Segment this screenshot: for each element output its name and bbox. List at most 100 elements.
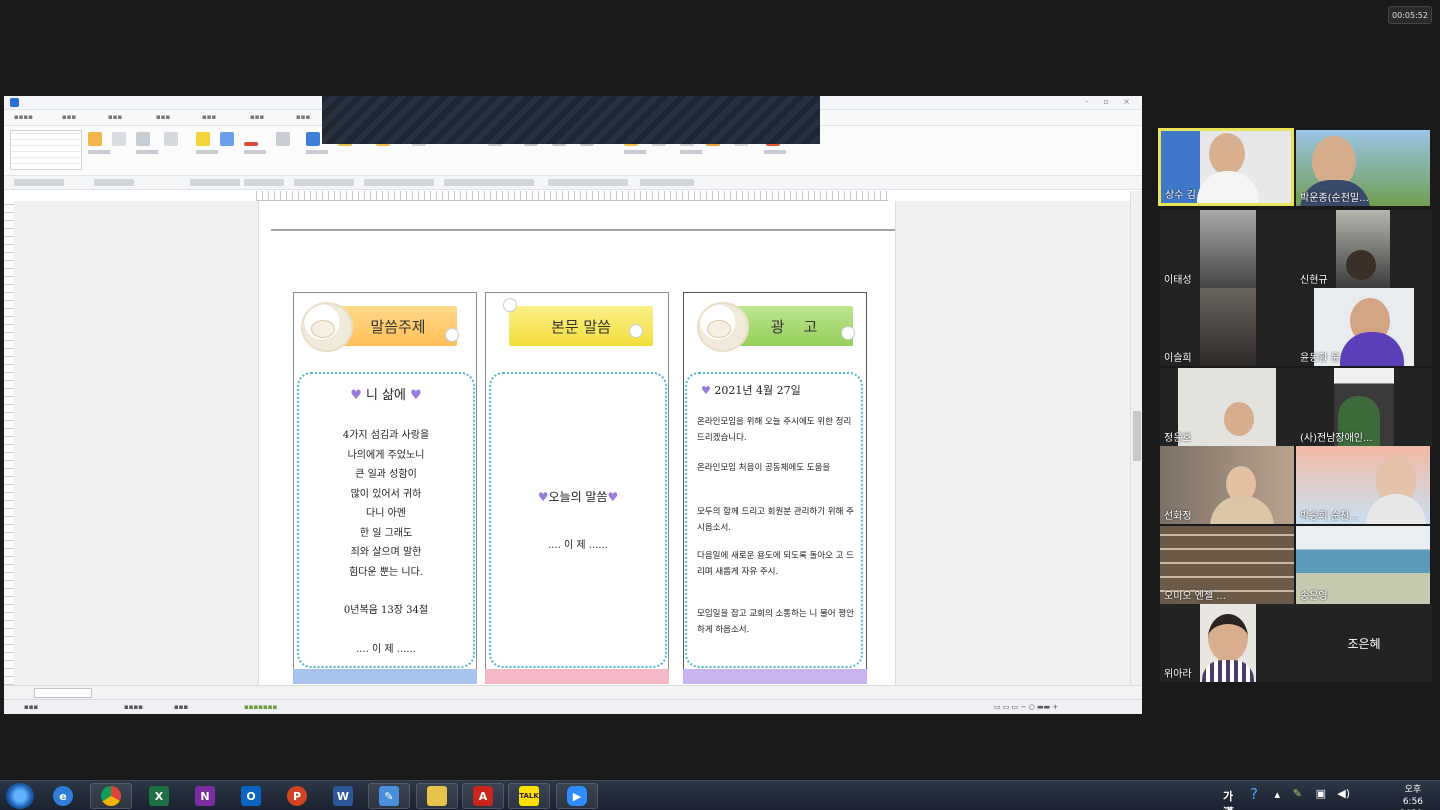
vertical-scrollbar[interactable] <box>1130 191 1142 685</box>
word-icon: W <box>333 786 353 806</box>
format-bar[interactable] <box>4 176 1142 190</box>
table-icon[interactable] <box>164 132 178 146</box>
highlight-icon[interactable] <box>196 132 210 146</box>
taskbar-hangul[interactable]: ✎ <box>368 783 410 809</box>
box-footer: .... 이 제 ...... <box>548 540 608 551</box>
taskbar-powerpoint[interactable]: P <box>276 783 318 809</box>
column-header-text: 말씀주제 <box>370 317 426 336</box>
participant-name: (사)전남장애인... <box>1300 433 1373 444</box>
sheep-icon <box>301 302 353 352</box>
participant-tile[interactable]: 윤동환 윤 <box>1296 288 1432 366</box>
vertical-ruler <box>4 201 14 685</box>
taskbar-acrobat[interactable]: A <box>462 783 504 809</box>
box-title: ♥ 니 삶에 ♥ <box>350 388 422 403</box>
person-body <box>1197 171 1259 203</box>
verse-line: 나의에게 주었노니 <box>347 449 425 461</box>
volume-icon[interactable]: ◀) <box>1337 787 1350 800</box>
participant-tile[interactable]: 위아라 <box>1160 604 1296 682</box>
person <box>1209 133 1245 175</box>
taskbar-zoom[interactable]: ▶ <box>556 783 598 809</box>
chrome-icon <box>101 786 121 806</box>
content-box: ♥오늘의 말씀♥ .... 이 제 ...... <box>489 372 667 668</box>
menu-item[interactable]: ▪▪▪ <box>62 113 76 121</box>
participant-tile[interactable]: 이태성 <box>1160 210 1296 288</box>
announcement-item: 모임일을 잡고 교회의 소통하는 니 물어 평안하게 하옵소서. <box>697 609 854 635</box>
content-box: ♥ 니 삶에 ♥ 4가지 섬김과 사랑을 나의에게 주었노니 큰 일과 성함이 … <box>297 372 475 668</box>
toolbar-label <box>196 150 218 154</box>
pen-icon[interactable] <box>220 132 234 146</box>
date-text: 2021년 4월 27일 <box>714 384 801 397</box>
participant-tile[interactable]: 박송희 순천... <box>1296 446 1430 524</box>
participant-tile[interactable]: 조은혜 <box>1296 604 1432 682</box>
verse-line: 한 일 그래도 <box>359 527 413 539</box>
participant-name: 정윤호 <box>1164 433 1192 444</box>
taskbar-excel[interactable]: X <box>138 783 180 809</box>
participant-tile[interactable]: 이슬희 <box>1160 288 1296 366</box>
participant-name: 윤동환 윤 <box>1300 353 1340 364</box>
paste-icon[interactable] <box>112 132 126 146</box>
participant-tile[interactable]: 선화정 <box>1160 446 1294 524</box>
align-icon[interactable] <box>276 132 290 146</box>
font-color-icon[interactable] <box>244 142 258 146</box>
help-icon[interactable]: ? <box>1250 785 1258 803</box>
window-controls[interactable]: – ▫ × <box>1085 97 1136 106</box>
verse-line: 큰 일과 성함이 <box>355 469 417 480</box>
column-header: 말씀주제 <box>339 306 457 346</box>
scroll-thumb[interactable] <box>1133 411 1141 461</box>
verse-reference: 0년복음 13장 34절 <box>343 605 429 616</box>
taskbar-explorer[interactable] <box>416 783 458 809</box>
participant-tile[interactable]: (사)전남장애인... <box>1296 368 1432 446</box>
ime-indicator[interactable]: 가 漢 <box>1223 788 1234 810</box>
start-button[interactable] <box>6 783 34 809</box>
participant-tile[interactable]: 정윤호 <box>1160 368 1296 446</box>
toolbar-label <box>764 150 786 154</box>
horizontal-ruler[interactable] <box>256 191 888 201</box>
video-feed <box>1178 368 1276 446</box>
system-clock[interactable]: 오후 6:56 2021-04-27 <box>1400 784 1426 810</box>
app-statusbar: ▪▪▪ ▪▪▪▪ ▪▪▪ ▪▪▪▪▪▪▪ ▭ ▭ ▭ − ○ ▬▬ + <box>4 699 1142 714</box>
taskbar-onenote[interactable]: N <box>184 783 226 809</box>
taskbar-chrome[interactable] <box>90 783 132 809</box>
participant-tile[interactable]: 송은영 <box>1296 526 1430 604</box>
participant-tile[interactable]: 오미오 엔젤 ... <box>1160 526 1294 604</box>
shared-screen[interactable]: – ▫ × ▪▪▪▪ ▪▪▪ ▪▪▪ ▪▪▪ ▪▪▪ ▪▪▪ ▪▪▪ 말씀주제 … <box>4 96 1142 714</box>
pen-tray-icon[interactable]: ✎ <box>1293 787 1302 800</box>
participant-tile[interactable]: 박운종(순천밀... <box>1296 130 1430 206</box>
menu-item[interactable]: ▪▪▪ <box>250 113 264 121</box>
acrobat-icon: A <box>473 786 493 806</box>
copy-icon[interactable] <box>88 132 102 146</box>
cloud-icon <box>629 324 643 338</box>
document-page[interactable]: 말씀주제 ♥ 니 삶에 ♥ 4가지 섬김과 사랑을 나의에게 주었노니 큰 일과… <box>258 201 896 685</box>
participant-tile[interactable]: 상수 김 <box>1158 128 1294 206</box>
taskbar-kakaotalk[interactable]: TALK <box>508 783 550 809</box>
person-body <box>1202 660 1254 682</box>
image-icon[interactable] <box>306 132 320 146</box>
menu-item[interactable]: ▪▪▪ <box>296 113 310 121</box>
document-area[interactable]: 말씀주제 ♥ 니 삶에 ♥ 4가지 섬김과 사랑을 나의에게 주었노니 큰 일과… <box>4 201 1130 685</box>
participant-name: 오미오 엔젤 ... <box>1164 591 1226 602</box>
menu-item[interactable]: ▪▪▪▪ <box>14 113 33 121</box>
verse-lines: 4가지 섬김과 사랑을 나의에게 주었노니 큰 일과 성함이 많이 있어서 귀하… <box>299 426 473 621</box>
zoom-icon: ▶ <box>567 786 587 806</box>
menu-item[interactable]: ▪▪▪ <box>202 113 216 121</box>
person <box>1346 250 1376 280</box>
person-body <box>1340 332 1404 366</box>
document-tab[interactable] <box>34 688 92 698</box>
network-icon[interactable]: ▣ <box>1316 787 1326 800</box>
horizontal-scrollbar[interactable] <box>4 685 1142 699</box>
participant-tile[interactable]: 신현규 <box>1296 210 1432 288</box>
zoom-controls[interactable]: ▭ ▭ ▭ − ○ ▬▬ + <box>994 703 1058 711</box>
person-body <box>1366 494 1426 524</box>
taskbar-word[interactable]: W <box>322 783 364 809</box>
tray-expand-icon[interactable]: ▴ <box>1274 788 1280 801</box>
style-gallery[interactable] <box>10 130 82 170</box>
menu-item[interactable]: ▪▪▪ <box>156 113 170 121</box>
menu-item[interactable]: ▪▪▪ <box>108 113 122 121</box>
taskbar-outlook[interactable]: O <box>230 783 272 809</box>
column-bottom-bar <box>293 669 477 684</box>
column-announcements: 광 고 ♥ 2021년 4월 27일 온라인모임을 위해 오늘 주시에도 위한 … <box>683 292 867 684</box>
format-painter-icon[interactable] <box>136 132 150 146</box>
person <box>1208 614 1248 662</box>
taskbar-ie[interactable]: e <box>42 783 84 809</box>
